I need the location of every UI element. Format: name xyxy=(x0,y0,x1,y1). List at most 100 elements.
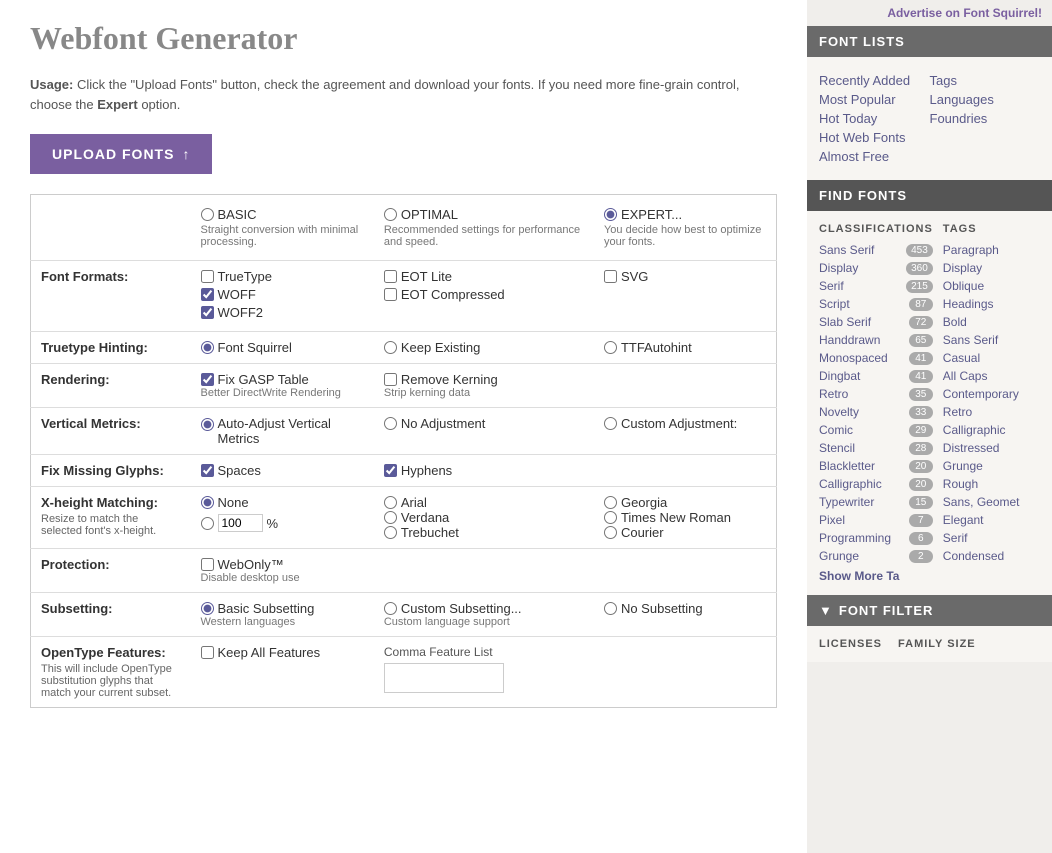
list-item: Blackletter20 xyxy=(819,457,933,475)
list-item: Contemporary xyxy=(943,385,1040,403)
font-filter-header: ▼ FONT FILTER xyxy=(807,595,1052,626)
comma-feature-input[interactable] xyxy=(384,663,504,693)
list-item: Distressed xyxy=(943,439,1040,457)
mode-optimal[interactable]: OPTIMAL xyxy=(384,207,584,222)
custom-subsetting-radio[interactable]: Custom Subsetting... xyxy=(384,601,584,616)
foundries-link[interactable]: Foundries xyxy=(930,109,1041,128)
mode-expert[interactable]: EXPERT... xyxy=(604,207,766,222)
basic-subsetting-desc: Western languages xyxy=(201,616,364,628)
mode-basic-label: BASIC xyxy=(218,207,257,222)
sidebar: Advertise on Font Squirrel! FONT LISTS R… xyxy=(807,0,1052,853)
list-item: Handdrawn65 xyxy=(819,331,933,349)
opentype-row: OpenType Features: This will include Ope… xyxy=(31,637,777,708)
fix-gasp-desc: Better DirectWrite Rendering xyxy=(201,387,364,399)
hyphens-checkbox[interactable]: Hyphens xyxy=(384,463,584,478)
classifications-col: CLASSIFICATIONS Sans Serif453 Display360… xyxy=(819,219,933,565)
remove-kerning-checkbox[interactable]: Remove Kerning xyxy=(384,372,584,387)
spaces-checkbox[interactable]: Spaces xyxy=(201,463,364,478)
subsetting-label: Subsetting: xyxy=(31,593,191,637)
list-item: Script87 xyxy=(819,295,933,313)
auto-adjust-radio[interactable]: Auto-Adjust Vertical Metrics xyxy=(201,416,364,446)
list-item: Paragraph xyxy=(943,241,1040,259)
most-popular-link[interactable]: Most Popular xyxy=(819,90,930,109)
list-item: Serif215 xyxy=(819,277,933,295)
list-item: Typewriter15 xyxy=(819,493,933,511)
custom-subsetting-desc: Custom language support xyxy=(384,616,584,628)
xheight-row: X-height Matching: Resize to match the s… xyxy=(31,487,777,549)
xheight-arial-radio[interactable]: Arial xyxy=(384,495,584,510)
list-item: Comic29 xyxy=(819,421,933,439)
show-more-tags-link[interactable]: Show More Ta xyxy=(819,565,1040,587)
almost-free-link[interactable]: Almost Free xyxy=(819,147,930,166)
usage-bold: Usage: xyxy=(30,77,73,92)
list-item: Sans Serif453 xyxy=(819,241,933,259)
list-item: Elegant xyxy=(943,511,1040,529)
font-lists-header: FONT LISTS xyxy=(807,26,1052,57)
advertise-link[interactable]: Advertise on Font Squirrel! xyxy=(887,6,1042,20)
main-content: Webfont Generator Usage: Click the "Uplo… xyxy=(0,0,807,853)
fix-gasp-checkbox[interactable]: Fix GASP Table xyxy=(201,372,364,387)
truetype-checkbox[interactable]: TrueType xyxy=(201,269,364,284)
list-item: Serif xyxy=(943,529,1040,547)
custom-adjustment-radio[interactable]: Custom Adjustment: xyxy=(604,416,766,431)
tags-col: TAGS Paragraph Display Oblique Headings … xyxy=(943,219,1040,565)
xheight-number-input[interactable] xyxy=(218,514,263,532)
xheight-times-radio[interactable]: Times New Roman xyxy=(604,510,766,525)
webonly-desc: Disable desktop use xyxy=(201,572,364,584)
list-item: Novelty33 xyxy=(819,403,933,421)
classifications-header: CLASSIFICATIONS xyxy=(819,219,933,241)
woff2-checkbox[interactable]: WOFF2 xyxy=(201,305,364,320)
list-item: Sans Serif xyxy=(943,331,1040,349)
tags-link[interactable]: Tags xyxy=(930,71,1041,90)
xheight-trebuchet-radio[interactable]: Trebuchet xyxy=(384,525,584,540)
xheight-custom-radio[interactable] xyxy=(201,517,214,530)
mode-expert-label: EXPERT... xyxy=(621,207,682,222)
page-title: Webfont Generator xyxy=(30,20,777,57)
basic-subsetting-radio[interactable]: Basic Subsetting xyxy=(201,601,364,616)
list-item: Stencil28 xyxy=(819,439,933,457)
recently-added-link[interactable]: Recently Added xyxy=(819,71,930,90)
list-item: Retro35 xyxy=(819,385,933,403)
upload-fonts-button[interactable]: UPLOAD FONTS ↑ xyxy=(30,134,212,174)
list-item: Grunge xyxy=(943,457,1040,475)
find-fonts-header: FIND FONTS xyxy=(807,180,1052,211)
mode-expert-desc: You decide how best to optimize your fon… xyxy=(604,224,766,248)
xheight-verdana-radio[interactable]: Verdana xyxy=(384,510,584,525)
xheight-courier-radio[interactable]: Courier xyxy=(604,525,766,540)
rendering-label: Rendering: xyxy=(31,364,191,408)
hinting-keep[interactable]: Keep Existing xyxy=(384,340,584,355)
expert-link: Expert xyxy=(97,97,137,112)
svg-checkbox[interactable]: SVG xyxy=(604,269,766,284)
keep-all-features-checkbox[interactable]: Keep All Features xyxy=(201,645,364,660)
list-item: Headings xyxy=(943,295,1040,313)
woff-checkbox[interactable]: WOFF xyxy=(201,287,364,302)
languages-link[interactable]: Languages xyxy=(930,90,1041,109)
protection-label: Protection: xyxy=(31,549,191,593)
list-item: Condensed xyxy=(943,547,1040,565)
list-item: Oblique xyxy=(943,277,1040,295)
no-subsetting-radio[interactable]: No Subsetting xyxy=(604,601,766,616)
vmetrics-label: Vertical Metrics: xyxy=(31,408,191,455)
font-formats-label: Font Formats: xyxy=(31,261,191,332)
list-item: Slab Serif72 xyxy=(819,313,933,331)
hinting-ttfautohint[interactable]: TTFAutohint xyxy=(604,340,766,355)
licenses-label: LICENSES xyxy=(819,634,882,654)
hot-today-link[interactable]: Hot Today xyxy=(819,109,930,128)
webonly-checkbox[interactable]: WebOnly™ xyxy=(201,557,364,572)
font-filter-section: ▼ FONT FILTER LICENSES FAMILY SIZE xyxy=(807,595,1052,662)
list-item: Grunge2 xyxy=(819,547,933,565)
eot-compressed-checkbox[interactable]: EOT Compressed xyxy=(384,287,584,302)
hot-web-fonts-link[interactable]: Hot Web Fonts xyxy=(819,128,930,147)
find-fonts-section: FIND FONTS CLASSIFICATIONS Sans Serif453… xyxy=(807,180,1052,595)
subsetting-row: Subsetting: Basic Subsetting Western lan… xyxy=(31,593,777,637)
hinting-row: Truetype Hinting: Font Squirrel Keep Exi… xyxy=(31,332,777,364)
xheight-none-radio[interactable]: None xyxy=(201,495,364,510)
xheight-georgia-radio[interactable]: Georgia xyxy=(604,495,766,510)
options-table: BASIC Straight conversion with minimal p… xyxy=(30,194,777,708)
mode-basic[interactable]: BASIC xyxy=(201,207,364,222)
opentype-label: OpenType Features: This will include Ope… xyxy=(31,637,191,708)
eot-lite-checkbox[interactable]: EOT Lite xyxy=(384,269,584,284)
list-item: Pixel7 xyxy=(819,511,933,529)
hinting-fontsquirrel[interactable]: Font Squirrel xyxy=(201,340,364,355)
no-adjustment-radio[interactable]: No Adjustment xyxy=(384,416,584,431)
